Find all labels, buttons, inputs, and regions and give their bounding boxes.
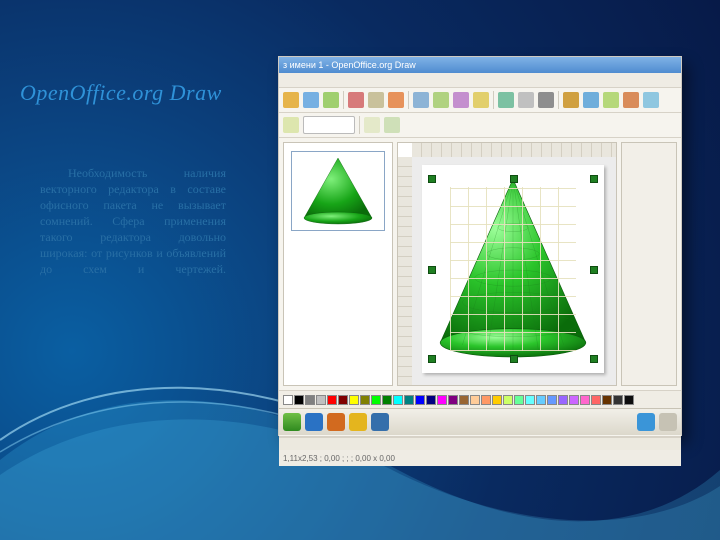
color-swatch[interactable]	[569, 395, 579, 405]
task-icon[interactable]	[349, 413, 367, 431]
navigator-icon[interactable]	[603, 92, 619, 108]
color-swatch[interactable]	[503, 395, 513, 405]
color-swatch[interactable]	[525, 395, 535, 405]
slide-body-text: Необходимость наличия векторного редакто…	[40, 165, 226, 277]
toolbar-separator	[343, 91, 344, 109]
color-swatch[interactable]	[470, 395, 480, 405]
color-swatch[interactable]	[371, 395, 381, 405]
color-swatch[interactable]	[613, 395, 623, 405]
formatting-toolbar	[279, 113, 681, 138]
color-swatch[interactable]	[327, 395, 337, 405]
horizontal-scrollbar[interactable]	[279, 437, 681, 450]
style-box[interactable]	[283, 117, 299, 133]
color-swatch[interactable]	[415, 395, 425, 405]
color-swatch[interactable]	[360, 395, 370, 405]
app-screenshot: з имени 1 - OpenOffice.org Draw	[278, 56, 682, 436]
vertical-ruler[interactable]	[398, 157, 413, 385]
selection-handle[interactable]	[428, 355, 436, 363]
pages-pane[interactable]	[283, 142, 393, 386]
paste-icon[interactable]	[473, 92, 489, 108]
color-swatch[interactable]	[316, 395, 326, 405]
color-swatch[interactable]	[591, 395, 601, 405]
chart-icon[interactable]	[563, 92, 579, 108]
color-swatch[interactable]	[382, 395, 392, 405]
font-box[interactable]	[303, 116, 355, 134]
page-thumbnail[interactable]	[291, 151, 385, 231]
email-icon[interactable]	[348, 92, 364, 108]
new-doc-icon[interactable]	[283, 92, 299, 108]
standard-toolbar	[279, 88, 681, 113]
tray-icon[interactable]	[637, 413, 655, 431]
color-swatch[interactable]	[437, 395, 447, 405]
color-bar	[279, 390, 681, 410]
toolbar-separator	[493, 91, 494, 109]
color-swatch[interactable]	[393, 395, 403, 405]
color-swatch[interactable]	[459, 395, 469, 405]
color-swatch[interactable]	[349, 395, 359, 405]
zoom-icon[interactable]	[623, 92, 639, 108]
selection-handle[interactable]	[510, 355, 518, 363]
toolbar-separator	[558, 91, 559, 109]
color-swatch[interactable]	[492, 395, 502, 405]
canvas-area	[397, 142, 617, 386]
color-swatch[interactable]	[448, 395, 458, 405]
selection-handle[interactable]	[590, 266, 598, 274]
tasks-pane[interactable]	[621, 142, 677, 386]
color-swatch[interactable]	[536, 395, 546, 405]
fill-picker[interactable]	[384, 117, 400, 133]
window-title: з имени 1 - OpenOffice.org Draw	[283, 60, 416, 70]
drawing-page[interactable]	[422, 165, 604, 373]
undo-icon[interactable]	[518, 92, 534, 108]
hyperlink-icon[interactable]	[583, 92, 599, 108]
open-icon[interactable]	[303, 92, 319, 108]
color-swatch[interactable]	[305, 395, 315, 405]
pdf-icon[interactable]	[368, 92, 384, 108]
cut-icon[interactable]	[433, 92, 449, 108]
save-icon[interactable]	[323, 92, 339, 108]
menu-bar[interactable]	[279, 73, 681, 88]
color-swatch[interactable]	[514, 395, 524, 405]
copy-icon[interactable]	[453, 92, 469, 108]
work-area	[279, 138, 681, 390]
spellcheck-icon[interactable]	[413, 92, 429, 108]
selection-handle[interactable]	[428, 175, 436, 183]
color-swatch[interactable]	[558, 395, 568, 405]
selection-handle[interactable]	[590, 355, 598, 363]
color-swatch[interactable]	[338, 395, 348, 405]
toolbar-separator	[359, 116, 360, 134]
start-icon[interactable]	[283, 413, 301, 431]
color-picker[interactable]	[364, 117, 380, 133]
redo-icon[interactable]	[538, 92, 554, 108]
window-titlebar: з имени 1 - OpenOffice.org Draw	[279, 57, 681, 73]
os-taskbar	[279, 408, 681, 435]
task-icon[interactable]	[371, 413, 389, 431]
help-icon[interactable]	[643, 92, 659, 108]
selection-handle[interactable]	[510, 175, 518, 183]
color-swatch[interactable]	[602, 395, 612, 405]
slide: OpenOffice.org Draw Необходимость наличи…	[0, 0, 720, 540]
color-swatch[interactable]	[580, 395, 590, 405]
format-paintbrush-icon[interactable]	[498, 92, 514, 108]
color-swatch[interactable]	[294, 395, 304, 405]
selection-handle[interactable]	[590, 175, 598, 183]
color-swatch[interactable]	[547, 395, 557, 405]
toolbar-separator	[408, 91, 409, 109]
status-bar: 1,11x2,53 ; 0,00 ; ; ; 0,00 x 0,00	[279, 450, 681, 466]
selection-handle[interactable]	[428, 266, 436, 274]
color-swatch[interactable]	[624, 395, 634, 405]
horizontal-ruler[interactable]	[412, 143, 616, 158]
color-swatch[interactable]	[404, 395, 414, 405]
status-text: 1,11x2,53 ; 0,00 ; ; ; 0,00 x 0,00	[283, 454, 395, 463]
page-grid	[450, 187, 576, 351]
color-swatch[interactable]	[283, 395, 293, 405]
color-swatch[interactable]	[481, 395, 491, 405]
task-icon[interactable]	[327, 413, 345, 431]
print-icon[interactable]	[388, 92, 404, 108]
tray-icon[interactable]	[659, 413, 677, 431]
color-swatch[interactable]	[426, 395, 436, 405]
canvas[interactable]	[412, 157, 616, 385]
task-icon[interactable]	[305, 413, 323, 431]
slide-title: OpenOffice.org Draw	[20, 80, 222, 106]
